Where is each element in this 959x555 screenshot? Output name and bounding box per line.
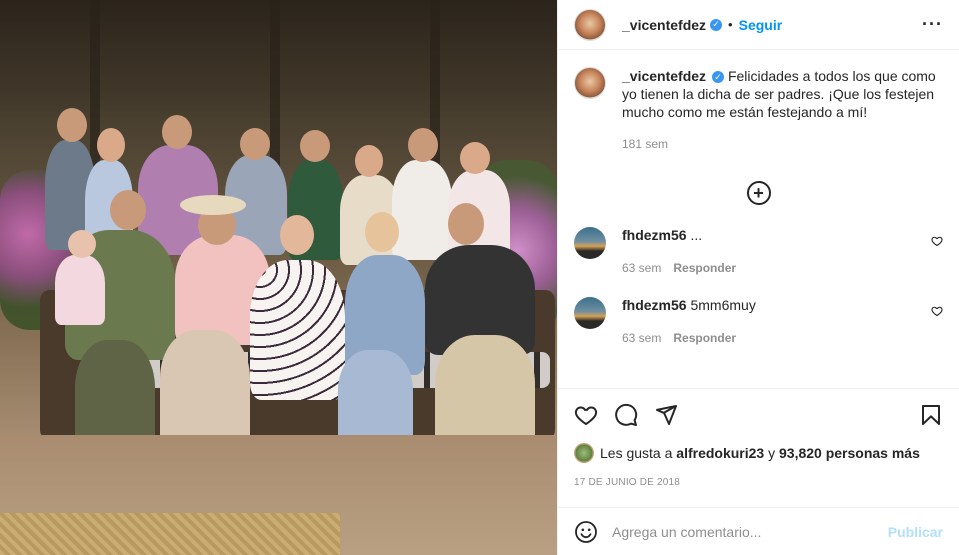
photo-head xyxy=(300,130,330,162)
plus-circle-icon[interactable]: + xyxy=(746,181,771,205)
bookmark-icon[interactable] xyxy=(919,403,943,427)
author-username[interactable]: _vicentefdez xyxy=(622,17,706,33)
liker-username[interactable]: alfredokuri23 xyxy=(676,445,764,461)
photo-person xyxy=(392,160,452,260)
more-options-icon[interactable]: ··· xyxy=(922,14,943,35)
post-header: _vicentefdez ✓ • Seguir ··· xyxy=(558,0,959,50)
photo-head xyxy=(240,128,270,160)
photo-head xyxy=(68,230,96,258)
caption-body: _vicentefdez ✓ Felicidades a todos los qu… xyxy=(622,67,943,153)
post-side-panel: _vicentefdez ✓ • Seguir ··· _vicentefdez… xyxy=(557,0,959,555)
emoji-icon[interactable] xyxy=(574,520,598,544)
comment-text: 5mm6muy xyxy=(690,297,756,313)
comment-input[interactable] xyxy=(612,523,888,540)
comments-section[interactable]: _vicentefdez ✓ Felicidades a todos los qu… xyxy=(558,51,959,388)
post-date[interactable]: 17 de junio de 2018 xyxy=(574,477,943,488)
likes-summary: Les gusta a alfredokuri23 y 93,820 perso… xyxy=(574,443,943,463)
author-avatar[interactable] xyxy=(574,8,606,41)
photo-head xyxy=(460,142,490,174)
caption-author-avatar[interactable] xyxy=(574,67,606,99)
comment-item: fhdezm56 5mm6muy 63 sem Responder xyxy=(574,297,943,345)
comment-age[interactable]: 63 sem xyxy=(622,331,661,345)
liker-avatar[interactable] xyxy=(574,443,594,463)
photo-head xyxy=(408,128,438,162)
comment-item: fhdezm56 ... 63 sem Responder xyxy=(574,227,943,275)
publish-button[interactable]: Publicar xyxy=(888,524,943,540)
verified-badge-icon: ✓ xyxy=(712,71,725,84)
follow-button[interactable]: Seguir xyxy=(739,17,783,33)
photo-legs xyxy=(160,330,250,450)
photo-rug xyxy=(0,513,340,555)
photo-head xyxy=(355,145,383,177)
action-icons xyxy=(574,389,943,441)
comment-text: ... xyxy=(690,227,703,243)
load-more-comments: + xyxy=(574,181,943,205)
comment-meta: 63 sem Responder xyxy=(622,261,736,275)
photo-person xyxy=(250,260,345,400)
likes-prefix: Les gusta a xyxy=(600,445,673,461)
comment-bubble-icon[interactable] xyxy=(614,403,638,427)
photo-head xyxy=(57,108,87,142)
photo-head xyxy=(162,115,192,149)
post-actions: Les gusta a alfredokuri23 y 93,820 perso… xyxy=(558,388,959,488)
comment-age[interactable]: 63 sem xyxy=(622,261,661,275)
post-modal: _vicentefdez ✓ • Seguir ··· _vicentefdez… xyxy=(0,0,959,555)
post-caption: _vicentefdez ✓ Felicidades a todos los qu… xyxy=(574,67,943,153)
likes-connector: y xyxy=(768,445,776,461)
separator-dot: • xyxy=(728,17,733,32)
photo-head xyxy=(365,212,399,252)
paper-plane-icon[interactable] xyxy=(654,403,678,427)
photo-hat xyxy=(180,195,246,215)
likes-count[interactable]: 93,820 personas más xyxy=(779,445,920,461)
reply-button[interactable]: Responder xyxy=(673,261,736,275)
comment-meta: 63 sem Responder xyxy=(622,331,756,345)
photo-baby xyxy=(55,255,105,325)
photo-head xyxy=(97,128,125,162)
photo-head xyxy=(110,190,146,230)
add-comment-bar: Publicar xyxy=(558,507,959,555)
comment-username[interactable]: fhdezm56 xyxy=(622,297,687,313)
heart-icon[interactable] xyxy=(574,403,598,427)
photo-head xyxy=(448,203,484,245)
verified-badge-icon: ✓ xyxy=(710,18,723,31)
caption-username[interactable]: _vicentefdez xyxy=(622,68,706,84)
caption-age[interactable]: 181 sem xyxy=(622,135,943,153)
comment-body: fhdezm56 ... 63 sem Responder xyxy=(622,227,736,275)
comment-like-heart-icon[interactable] xyxy=(931,235,943,250)
comment-body: fhdezm56 5mm6muy 63 sem Responder xyxy=(622,297,756,345)
commenter-avatar[interactable] xyxy=(574,227,606,259)
comment-username[interactable]: fhdezm56 xyxy=(622,227,687,243)
reply-button[interactable]: Responder xyxy=(673,331,736,345)
post-photo[interactable] xyxy=(0,0,557,555)
photo-head xyxy=(280,215,314,255)
comment-like-heart-icon[interactable] xyxy=(931,305,943,320)
commenter-avatar[interactable] xyxy=(574,297,606,329)
